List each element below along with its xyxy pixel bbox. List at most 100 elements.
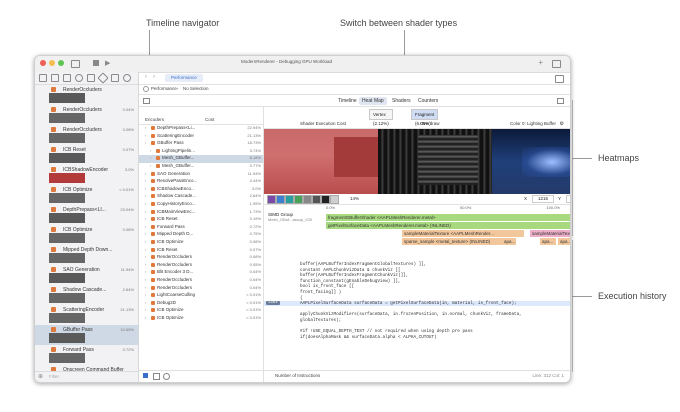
bottom-icon-c[interactable] bbox=[163, 373, 170, 380]
disclosure-icon[interactable]: › bbox=[145, 315, 146, 320]
disclosure-icon[interactable]: › bbox=[150, 163, 151, 168]
encoder-list-item[interactable]: › ICBMainViewEnc... 1.73% bbox=[139, 209, 263, 216]
disclosure-icon[interactable]: › bbox=[145, 262, 146, 267]
disclosure-icon[interactable]: › bbox=[145, 300, 146, 305]
encoder-list-item[interactable]: › Forward Pass 0.72% bbox=[139, 224, 263, 231]
timeline-bar[interactable]: fragmentGBufferShader <AAPLMeshRenderer.… bbox=[326, 214, 570, 221]
disclosure-icon[interactable]: › bbox=[145, 193, 146, 198]
zoom-value[interactable]: 14% bbox=[350, 196, 359, 201]
timeline-bar[interactable]: sparse_sample <metal_texture> (INLINED) bbox=[402, 238, 502, 245]
disclosure-icon[interactable]: › bbox=[145, 125, 146, 130]
add-icon[interactable]: + bbox=[538, 58, 543, 67]
color-swatch[interactable] bbox=[330, 195, 339, 204]
encoder-list-item[interactable]: › Shadow Cascade... 2.64% bbox=[139, 193, 263, 200]
disclosure-icon[interactable]: › bbox=[145, 178, 146, 183]
breadcrumb-no-selection[interactable]: No Selection bbox=[183, 86, 209, 91]
encoder-list-item[interactable]: › ICB Reset 0.07% bbox=[139, 247, 263, 254]
disclosure-icon[interactable]: › bbox=[145, 171, 146, 176]
sidebar-row[interactable]: SAO Generation 11.94% bbox=[35, 265, 138, 285]
heatmap-options-icon[interactable]: ⚙ bbox=[560, 121, 564, 127]
encoder-list-item[interactable]: › SAO Generation 11.94% bbox=[139, 171, 263, 178]
disclosure-icon[interactable]: › bbox=[145, 201, 146, 206]
cost-column-header[interactable]: Cost bbox=[205, 117, 214, 122]
stop-icon[interactable] bbox=[93, 60, 99, 66]
sidebar-row[interactable]: Forward Pass 0.72% bbox=[35, 345, 138, 365]
play-icon[interactable]: ▶ bbox=[105, 59, 110, 67]
nav-back-icon[interactable]: ‹ bbox=[145, 74, 147, 80]
sidebar-row[interactable]: ICB Reset 0.07% bbox=[35, 145, 138, 165]
layout-icon[interactable] bbox=[552, 60, 561, 68]
color-swatch[interactable] bbox=[303, 195, 312, 204]
nav-forward-icon[interactable]: › bbox=[153, 74, 155, 80]
encoder-list-item[interactable]: › RenderOccluders 0.04% bbox=[139, 285, 263, 292]
color-swatch[interactable] bbox=[276, 195, 285, 204]
tab-shaders[interactable]: Shaders bbox=[389, 97, 414, 105]
encoder-list-item[interactable]: › ICB Optimize < 0.01% bbox=[139, 307, 263, 314]
sidebar-row[interactable]: GBuffer Pass 10.65% bbox=[35, 325, 138, 345]
disclosure-icon[interactable]: › bbox=[145, 186, 146, 191]
vertex-shader-toggle[interactable]: Vertex (2.12%) bbox=[369, 109, 393, 126]
encoders-column-header[interactable]: Encoders bbox=[145, 117, 164, 122]
disclosure-icon[interactable]: › bbox=[145, 247, 146, 252]
sidebar-row[interactable]: RenderOccluders 0.08% bbox=[35, 125, 138, 145]
encoder-list-item[interactable]: › ScatteringEncoder 21.13% bbox=[139, 133, 263, 140]
source-code-view[interactable]: buffer(AAPLBufferIndexFragmentGlobalText… bbox=[264, 262, 570, 370]
sidebar-row[interactable]: ICBShadowEncoder 3.0% bbox=[35, 165, 138, 185]
disclosure-icon[interactable]: › bbox=[145, 285, 146, 290]
inspector-toggle-icon[interactable] bbox=[555, 75, 564, 83]
encoder-list-item[interactable]: › ICB Optimize < 0.01% bbox=[139, 315, 263, 322]
folder-icon[interactable] bbox=[39, 74, 47, 82]
encoder-list-item[interactable]: › Debug2D < 0.01% bbox=[139, 300, 263, 307]
encoder-list-item[interactable]: › LightingPipelin... 3.74% bbox=[139, 148, 263, 155]
disclosure-icon[interactable]: › bbox=[145, 133, 146, 138]
disclosure-icon[interactable]: › bbox=[145, 254, 146, 259]
disclosure-icon[interactable]: › bbox=[145, 239, 146, 244]
disclosure-icon[interactable]: › bbox=[150, 148, 151, 153]
timeline-bar[interactable]: getPixelSurfaceData <AAPLMeshRenderer.me… bbox=[326, 222, 570, 229]
disclosure-icon[interactable]: › bbox=[145, 224, 146, 229]
shader-cost-heatmap[interactable] bbox=[264, 129, 378, 194]
color-swatch[interactable] bbox=[294, 195, 303, 204]
y-coordinate-field[interactable]: 680 bbox=[566, 195, 570, 203]
encoder-list-item[interactable]: › ResolvePassEnco... 4.44% bbox=[139, 178, 263, 185]
chat-icon[interactable] bbox=[123, 74, 131, 82]
sidebar-row[interactable]: Mipped Depth Down... bbox=[35, 245, 138, 265]
tab-heat-map[interactable]: Heat Map bbox=[359, 97, 387, 105]
sidebar-row[interactable]: ICB Optimize 0.08% bbox=[35, 225, 138, 245]
disclosure-icon[interactable]: › bbox=[145, 209, 146, 214]
tab-performance[interactable]: Performance bbox=[165, 74, 203, 82]
close-window-button[interactable] bbox=[40, 60, 46, 66]
encoder-list-item[interactable]: › ICB Optimize 0.08% bbox=[139, 239, 263, 246]
encoder-list-item[interactable]: › Mesh_GBuffer... 0.77% bbox=[139, 163, 263, 170]
x-coordinate-field[interactable]: 1216 bbox=[532, 195, 554, 203]
encoder-list-item[interactable]: › CopyHistoryEnco... 1.95% bbox=[139, 201, 263, 208]
fragment-shader-toggle[interactable]: Fragment (6.08%) bbox=[411, 109, 439, 126]
tab-counters[interactable]: Counters bbox=[415, 97, 441, 105]
overdraw-heatmap[interactable] bbox=[378, 129, 492, 194]
encoder-list-item[interactable]: › RenderOccluders 0.05% bbox=[139, 262, 263, 269]
sidebar-row[interactable]: DepthPrepass<LI... 23.04% bbox=[35, 205, 138, 225]
encoder-list-item[interactable]: › ICBShadowEnco... 3.0% bbox=[139, 186, 263, 193]
minimize-window-button[interactable] bbox=[49, 60, 55, 66]
disclosure-icon[interactable]: › bbox=[145, 307, 146, 312]
search-icon[interactable] bbox=[75, 74, 83, 82]
timeline-bar[interactable]: sampleMaterialTexture <AAPLMeshRender... bbox=[402, 230, 524, 237]
disclosure-icon[interactable]: › bbox=[145, 140, 146, 145]
lighting-buffer-view[interactable] bbox=[492, 129, 570, 194]
tag-icon[interactable] bbox=[111, 74, 119, 82]
sidebar-row[interactable]: RenderOccluders 0.04% bbox=[35, 105, 138, 125]
bottom-icon-b[interactable] bbox=[153, 373, 160, 380]
inspector-panel-icon[interactable] bbox=[557, 98, 564, 104]
disclosure-icon[interactable]: › bbox=[145, 277, 146, 282]
encoder-list-item[interactable]: › Mesh_GBuffer... 8.18% bbox=[139, 155, 263, 163]
color-swatch[interactable] bbox=[285, 195, 294, 204]
breadcrumb-performance[interactable]: Performance bbox=[151, 86, 177, 91]
timeline-bar[interactable]: apa... bbox=[502, 238, 516, 245]
disclosure-icon[interactable]: › bbox=[150, 155, 151, 160]
disclosure-icon[interactable]: › bbox=[145, 269, 146, 274]
encoder-list-item[interactable]: › Blit Encoder 3 D... 0.04% bbox=[139, 269, 263, 276]
filter-icon[interactable]: ⊕ bbox=[38, 373, 43, 380]
bottom-icon-a[interactable] bbox=[143, 373, 148, 378]
diamond-icon[interactable] bbox=[97, 72, 109, 84]
sidebar-toggle-icon[interactable] bbox=[71, 60, 80, 68]
